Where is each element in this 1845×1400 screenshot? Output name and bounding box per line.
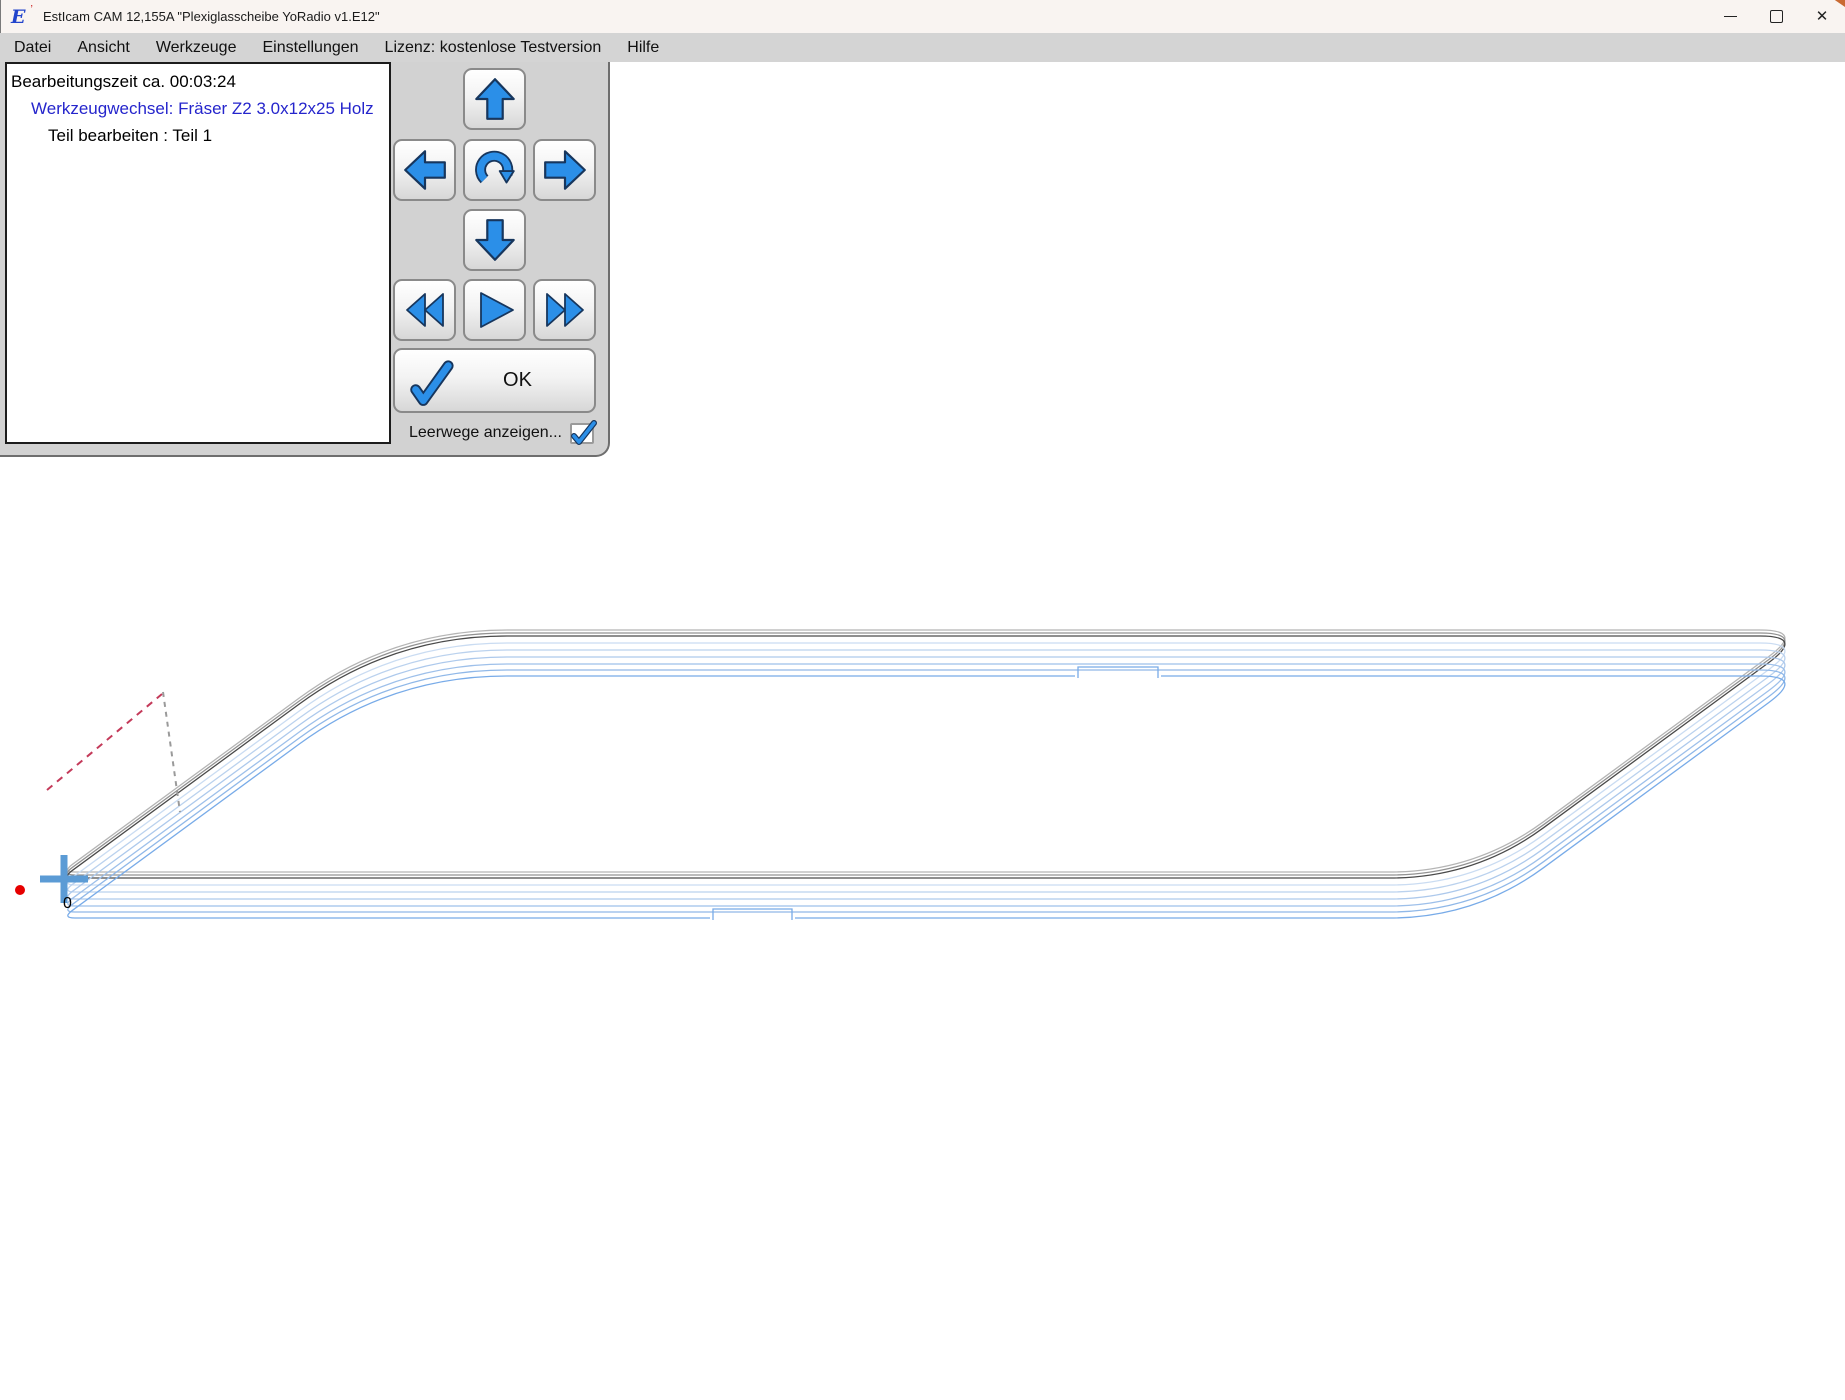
window-title: EstIcam CAM 12,155A "Plexiglasscheibe Yo… (43, 9, 380, 24)
minimize-icon (1724, 16, 1737, 17)
play-button[interactable] (463, 279, 526, 341)
arrow-down-icon (473, 218, 517, 262)
toolpath-pass (68, 676, 1785, 918)
title-bar: E ʼ EstIcam CAM 12,155A "Plexiglasscheib… (0, 0, 1845, 33)
move-down-button[interactable] (463, 209, 526, 271)
ok-button-label: OK (459, 369, 576, 392)
control-panel: Bearbeitungszeit ca. 00:03:24 Werkzeugwe… (0, 62, 610, 457)
maximize-icon (1770, 10, 1783, 23)
move-up-button[interactable] (463, 68, 526, 130)
close-button[interactable]: ✕ (1799, 0, 1845, 33)
arrow-right-icon (543, 148, 587, 192)
arrow-left-icon (403, 148, 447, 192)
tab-mask (1075, 674, 1161, 679)
job-list[interactable]: Bearbeitungszeit ca. 00:03:24 Werkzeugwe… (5, 62, 391, 444)
app-logo-letter: E (11, 7, 31, 27)
leerwege-toggle[interactable]: Leerwege anzeigen... (394, 418, 594, 448)
toolpath-pass (68, 636, 1785, 878)
rapid-move-red (47, 694, 162, 790)
toolpath-pass (68, 670, 1785, 912)
checkbox-check-icon (569, 417, 599, 447)
start-point-dot (15, 885, 25, 895)
menu-ansicht[interactable]: Ansicht (64, 33, 142, 62)
job-line-time: Bearbeitungszeit ca. 00:03:24 (7, 68, 389, 95)
close-icon: ✕ (1816, 9, 1829, 24)
menu-hilfe[interactable]: Hilfe (614, 33, 672, 62)
app-logo-icon: E ʼ (11, 7, 31, 27)
ok-button[interactable]: OK (393, 348, 596, 413)
origin-label: 0 (63, 895, 72, 912)
leerwege-label: Leerwege anzeigen... (409, 424, 562, 442)
rotate-button[interactable] (463, 139, 526, 201)
move-right-button[interactable] (533, 139, 596, 201)
menu-datei[interactable]: Datei (1, 33, 64, 62)
menu-werkzeuge[interactable]: Werkzeuge (143, 33, 250, 62)
toolpath-pass (68, 643, 1785, 885)
rotate-icon (472, 147, 518, 193)
maximize-button[interactable] (1753, 0, 1799, 33)
tab-mask (710, 916, 795, 921)
menu-lizenz[interactable]: Lizenz: kostenlose Testversion (372, 33, 615, 62)
rewind-icon (402, 290, 448, 330)
fast-forward-icon (542, 290, 588, 330)
menu-einstellungen[interactable]: Einstellungen (249, 33, 371, 62)
play-icon (473, 289, 517, 331)
step-back-button[interactable] (393, 279, 456, 341)
minimize-button[interactable] (1707, 0, 1753, 33)
menu-bar: Datei Ansicht Werkzeuge Einstellungen Li… (0, 33, 1845, 62)
arrow-up-icon (473, 77, 517, 121)
job-line-part: Teil bearbeiten : Teil 1 (7, 122, 389, 149)
move-left-button[interactable] (393, 139, 456, 201)
window-controls: ✕ (1707, 0, 1845, 33)
checkmark-icon (407, 355, 459, 407)
job-line-toolchange: Werkzeugwechsel: Fräser Z2 3.0x12x25 Hol… (7, 95, 389, 122)
app-logo-accent: ʼ (31, 4, 33, 16)
step-forward-button[interactable] (533, 279, 596, 341)
leerwege-checkbox[interactable] (570, 423, 594, 444)
